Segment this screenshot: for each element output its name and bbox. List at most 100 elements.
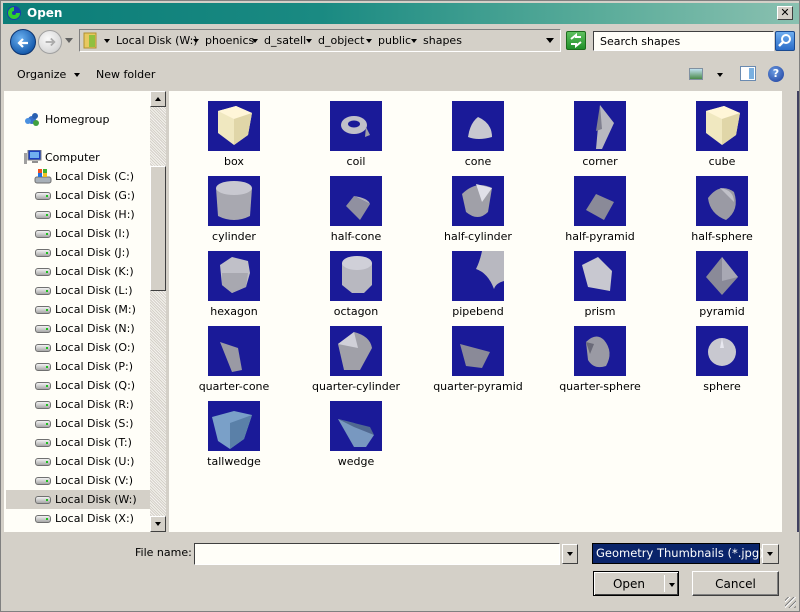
recent-locations-dropdown[interactable] (65, 38, 73, 43)
file-type-dropdown-button[interactable] (762, 544, 779, 564)
file-item[interactable]: corner (542, 91, 652, 168)
file-item[interactable]: half-cylinder (420, 166, 530, 243)
chevron-down-icon[interactable] (252, 39, 258, 43)
chevron-down-icon[interactable] (306, 39, 312, 43)
view-options-dropdown[interactable] (717, 73, 723, 77)
sidebar-item-drive[interactable]: Local Disk (L:) (6, 281, 150, 300)
sidebar-item-drive[interactable]: Local Disk (S:) (6, 414, 150, 433)
file-item[interactable]: coil (298, 91, 408, 168)
quarter-cylinder-shape-icon (338, 332, 372, 370)
scrollbar-thumb[interactable] (150, 166, 166, 291)
file-item[interactable]: quarter-sphere (542, 316, 652, 393)
sidebar-item-homegroup[interactable]: Homegroup (4, 110, 150, 129)
pipebend-shape-icon (476, 251, 504, 289)
resize-grip[interactable] (785, 597, 796, 608)
sidebar-item-drive[interactable]: Local Disk (W:) (6, 490, 150, 509)
preview-pane-icon[interactable] (740, 66, 756, 81)
chevron-down-icon[interactable] (366, 39, 372, 43)
new-folder-button[interactable]: New folder (96, 68, 155, 81)
address-history-dropdown[interactable] (546, 38, 554, 43)
organize-menu-button[interactable]: Organize (17, 68, 81, 81)
file-item[interactable]: cone (420, 91, 530, 168)
breadcrumb-shapes[interactable]: shapes (411, 34, 462, 47)
sidebar-item-drive[interactable]: Local Disk (H:) (6, 205, 150, 224)
file-type-filter[interactable]: Geometry Thumbnails (*.jpg) (592, 543, 764, 564)
sidebar-item-drive[interactable]: Local Disk (M:) (6, 300, 150, 319)
file-name: tallwedge (207, 455, 261, 468)
file-item[interactable]: half-sphere (664, 166, 774, 243)
file-item[interactable]: quarter-cone (176, 316, 286, 393)
breadcrumb-d-satell[interactable]: d_satell (252, 34, 306, 47)
chevron-down-icon[interactable] (104, 39, 110, 43)
file-thumbnail (574, 176, 626, 226)
sidebar-item-drive[interactable]: Local Disk (V:) (6, 471, 150, 490)
chevron-down-icon[interactable] (193, 39, 199, 43)
sidebar-item-drive[interactable]: Local Disk (P:) (6, 357, 150, 376)
sidebar-item-drive[interactable]: Local Disk (J:) (6, 243, 150, 262)
file-item[interactable]: octagon (298, 241, 408, 318)
sidebar-item-drive[interactable]: Local Disk (O:) (6, 338, 150, 357)
file-name-input[interactable] (194, 543, 560, 565)
sidebar-item-drive[interactable]: Local Disk (Q:) (6, 376, 150, 395)
file-item[interactable]: pyramid (664, 241, 774, 318)
breadcrumb-local-disk-w[interactable]: Local Disk (W:) (104, 34, 198, 47)
forward-button[interactable] (38, 30, 62, 54)
pyramid-shape-icon (706, 257, 738, 295)
half-sphere-shape-icon (708, 188, 736, 220)
file-name-dropdown-button[interactable] (562, 544, 578, 564)
box-shape-icon (218, 106, 252, 145)
file-item[interactable]: sphere (664, 316, 774, 393)
sidebar-item-drive[interactable]: Local Disk (N:) (6, 319, 150, 338)
file-item[interactable]: quarter-pyramid (420, 316, 530, 393)
file-item[interactable]: prism (542, 241, 652, 318)
search-input[interactable]: Search shapes (593, 31, 774, 51)
file-thumbnail (330, 176, 382, 226)
cancel-button[interactable]: Cancel (692, 571, 779, 596)
drive-icon (35, 287, 51, 295)
sidebar-item-drive[interactable]: Local Disk (U:) (6, 452, 150, 471)
file-name: wedge (337, 455, 375, 468)
scroll-down-button[interactable] (150, 516, 166, 532)
chevron-down-icon[interactable] (411, 39, 417, 43)
sidebar-item-computer[interactable]: Computer (4, 148, 150, 167)
open-options-dropdown-icon[interactable] (669, 583, 675, 587)
file-item[interactable]: half-pyramid (542, 166, 652, 243)
sidebar-item-drive[interactable]: Local Disk (I:) (6, 224, 150, 243)
close-button[interactable]: ✕ (777, 6, 793, 20)
sidebar-item-drive[interactable]: Local Disk (X:) (6, 509, 150, 528)
file-item[interactable]: pipebend (420, 241, 530, 318)
title-bar[interactable]: Open ✕ (3, 3, 799, 24)
refresh-button[interactable] (566, 31, 586, 50)
search-button[interactable] (775, 31, 795, 51)
sidebar-item-drive[interactable]: Local Disk (T:) (6, 433, 150, 452)
change-view-icon[interactable] (689, 68, 703, 80)
file-item[interactable]: box (176, 91, 286, 168)
sidebar-item-drive[interactable]: Local Disk (R:) (6, 395, 150, 414)
file-item[interactable]: cube (664, 91, 774, 168)
file-item[interactable]: quarter-cylinder (298, 316, 408, 393)
file-item[interactable]: cylinder (176, 166, 286, 243)
drive-icon (35, 249, 51, 257)
help-icon[interactable]: ? (768, 66, 784, 82)
navigation-pane-scrollbar[interactable] (150, 91, 166, 532)
file-thumbnail (452, 326, 504, 376)
back-button[interactable] (10, 29, 36, 55)
file-item[interactable]: half-cone (298, 166, 408, 243)
breadcrumb-d-object[interactable]: d_object (306, 34, 364, 47)
scroll-up-button[interactable] (150, 91, 166, 107)
file-list-edge (782, 91, 799, 532)
file-item[interactable]: wedge (298, 391, 408, 468)
sidebar-item-drive[interactable]: Local Disk (C:) (6, 167, 150, 186)
breadcrumb-phoenics[interactable]: phoenics (193, 34, 254, 47)
open-button[interactable]: Open (593, 571, 679, 596)
coil-shape-icon (341, 116, 370, 137)
file-item[interactable]: hexagon (176, 241, 286, 318)
file-item[interactable]: tallwedge (176, 391, 286, 468)
address-bar[interactable]: Local Disk (W:) phoenics d_satell d_obje… (79, 29, 561, 52)
half-cylinder-shape-icon (462, 184, 492, 217)
drive-icon (35, 230, 51, 238)
chevron-down-icon (74, 73, 81, 77)
breadcrumb-public[interactable]: public (366, 34, 411, 47)
sidebar-item-drive[interactable]: Local Disk (G:) (6, 186, 150, 205)
sidebar-item-drive[interactable]: Local Disk (K:) (6, 262, 150, 281)
